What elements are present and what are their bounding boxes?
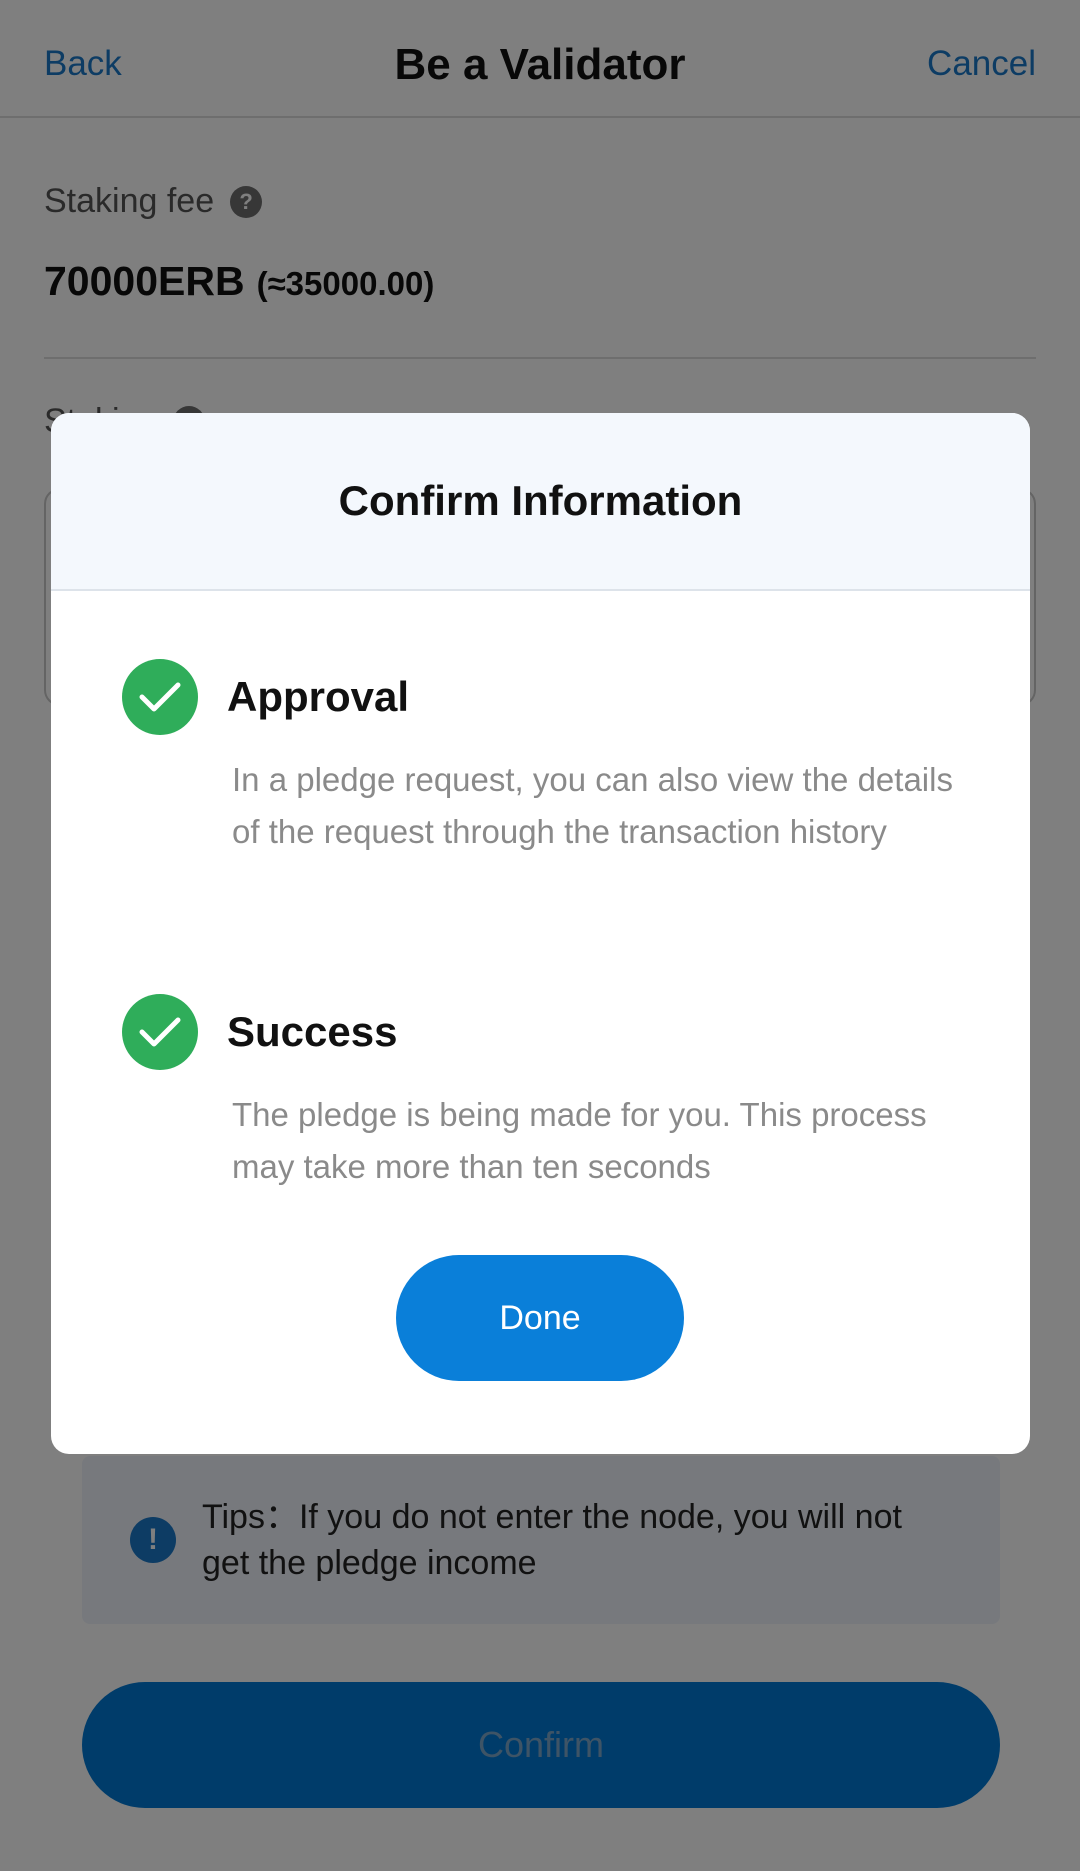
dialog-title: Confirm Information (338, 477, 743, 524)
confirm-information-dialog: Confirm Information Approval In a pledge… (51, 413, 1030, 1454)
check-circle-icon (122, 994, 198, 1070)
dialog-header: Confirm Information (51, 413, 1030, 591)
check-circle-icon (122, 659, 198, 735)
step-title: Success (227, 1008, 398, 1055)
step-description: In a pledge request, you can also view t… (232, 761, 953, 850)
step-description: The pledge is being made for you. This p… (232, 1096, 927, 1185)
done-button[interactable]: Done (396, 1255, 684, 1381)
step-title: Approval (227, 673, 410, 720)
